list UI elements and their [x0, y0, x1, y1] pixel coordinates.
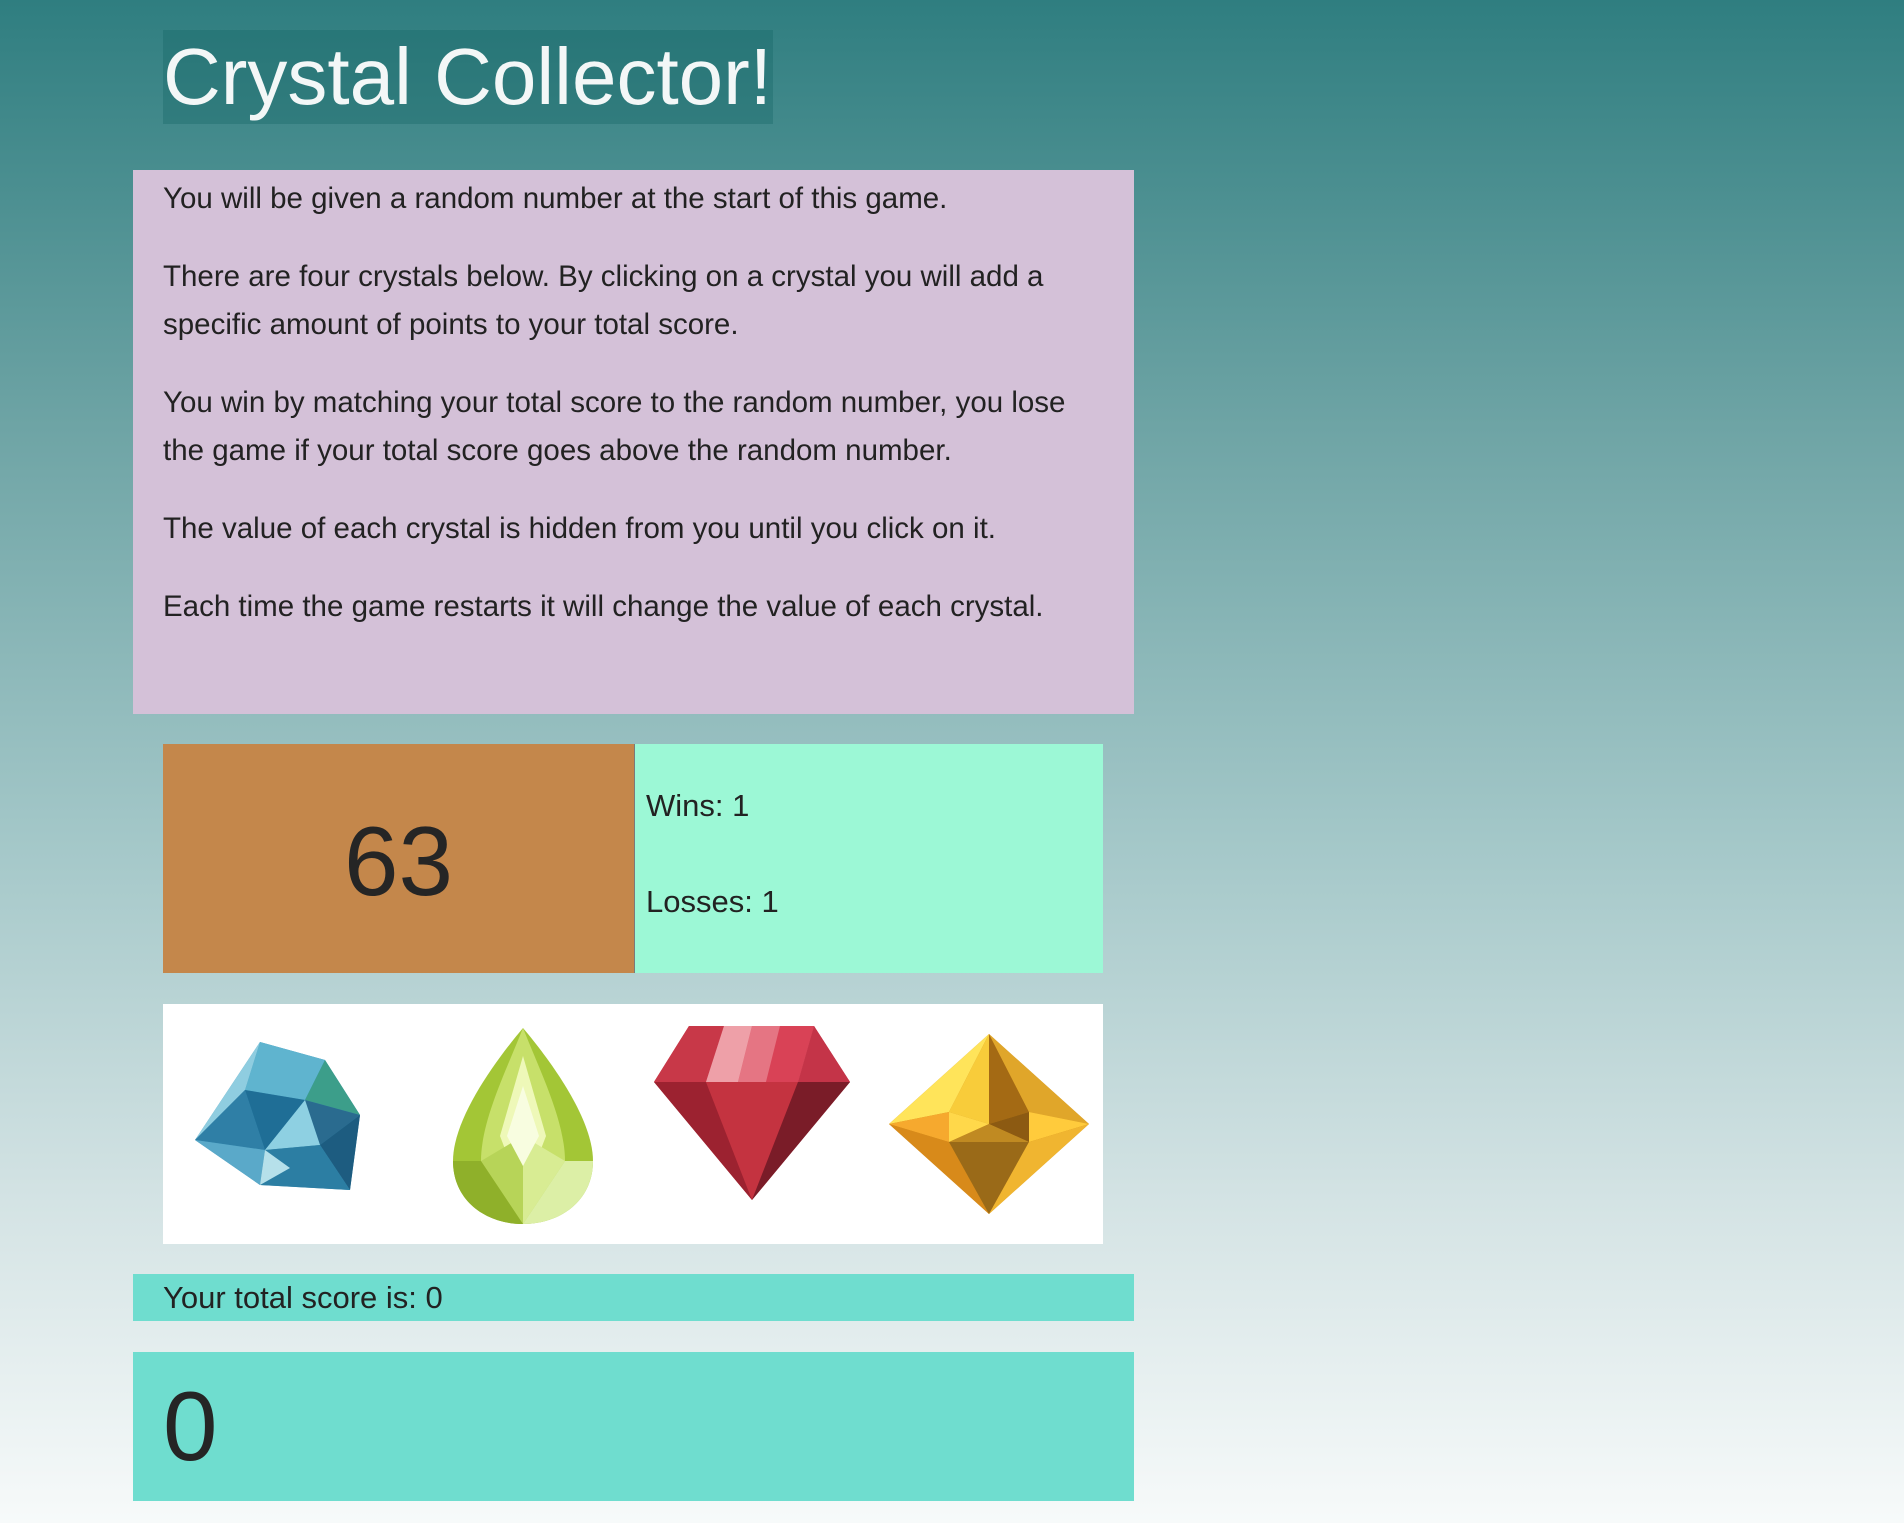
green-crystal-icon — [453, 1028, 593, 1224]
blue-crystal-button[interactable] — [195, 1040, 361, 1190]
instruction-line: You will be given a random number at the… — [163, 182, 948, 215]
yellow-crystal-button[interactable] — [889, 1032, 1089, 1216]
random-number: 63 — [343, 805, 453, 916]
yellow-crystal-icon — [889, 1034, 1089, 1214]
red-crystal-icon — [654, 1026, 850, 1200]
instructions-panel: You will be given a random number at the… — [133, 170, 1134, 714]
total-score-label: Your total score is: 0 — [133, 1274, 1134, 1321]
instruction-line: You win by matching your total score to … — [163, 386, 1066, 467]
green-crystal-button[interactable] — [451, 1026, 595, 1226]
total-score-value: 0 — [163, 1371, 218, 1481]
crystals-panel — [163, 1004, 1103, 1244]
random-number-box: 63 — [163, 744, 634, 973]
wins-count: Wins: 1 — [646, 788, 750, 823]
title-banner: Crystal Collector! — [163, 30, 773, 124]
losses-count: Losses: 1 — [646, 884, 779, 919]
red-crystal-button[interactable] — [654, 1024, 850, 1200]
instruction-line: There are four crystals below. By clicki… — [163, 260, 1044, 341]
total-score-box: 0 — [133, 1352, 1134, 1501]
blue-crystal-icon — [195, 1042, 360, 1190]
page-title: Crystal Collector! — [163, 32, 773, 121]
stats-panel: Wins: 1 Losses: 1 — [634, 744, 1103, 973]
instruction-line: The value of each crystal is hidden from… — [163, 512, 996, 545]
instruction-line: Each time the game restarts it will chan… — [163, 590, 1044, 623]
